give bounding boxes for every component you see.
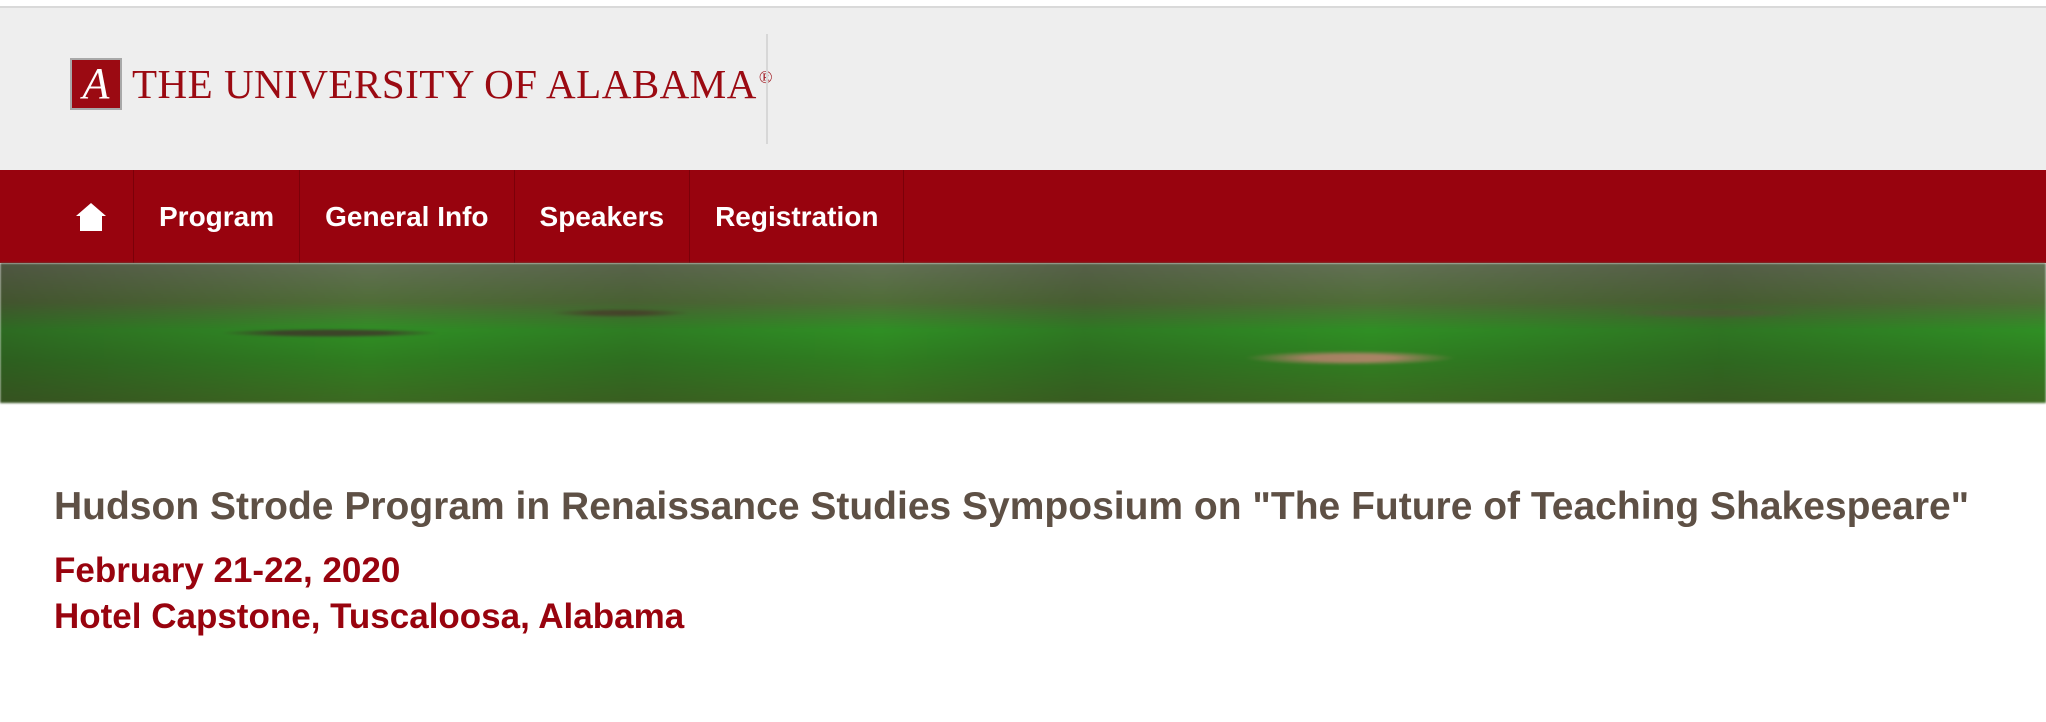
university-logo[interactable]: A THE UNIVERSITY OF ALABAMA® <box>70 56 773 112</box>
site-header: A THE UNIVERSITY OF ALABAMA® <box>0 8 2046 170</box>
university-name: THE UNIVERSITY OF ALABAMA <box>132 61 757 107</box>
nav-home-link[interactable] <box>48 170 134 263</box>
header-divider <box>766 34 768 144</box>
nav-program-link[interactable]: Program <box>134 170 301 263</box>
home-icon <box>74 202 108 232</box>
nav-speakers-link[interactable]: Speakers <box>515 170 691 263</box>
event-location: Hotel Capstone, Tuscaloosa, Alabama <box>54 597 685 636</box>
symposium-page: A THE UNIVERSITY OF ALABAMA® Program Gen… <box>0 0 2046 722</box>
event-title: Hudson Strode Program in Renaissance Stu… <box>54 485 1970 528</box>
event-date: February 21-22, 2020 <box>54 551 401 590</box>
main-navigation: Program General Info Speakers Registrati… <box>0 170 2046 263</box>
nav-general-info-link[interactable]: General Info <box>300 170 515 263</box>
campus-hero-banner <box>0 263 2046 403</box>
university-logo-mark: A <box>70 58 122 110</box>
university-logo-text: THE UNIVERSITY OF ALABAMA® <box>132 60 773 108</box>
event-content: Hudson Strode Program in Renaissance Stu… <box>54 482 2034 640</box>
nav-registration-link[interactable]: Registration <box>690 170 905 263</box>
top-border <box>0 0 2046 8</box>
navigation-left-spacing <box>0 170 48 263</box>
